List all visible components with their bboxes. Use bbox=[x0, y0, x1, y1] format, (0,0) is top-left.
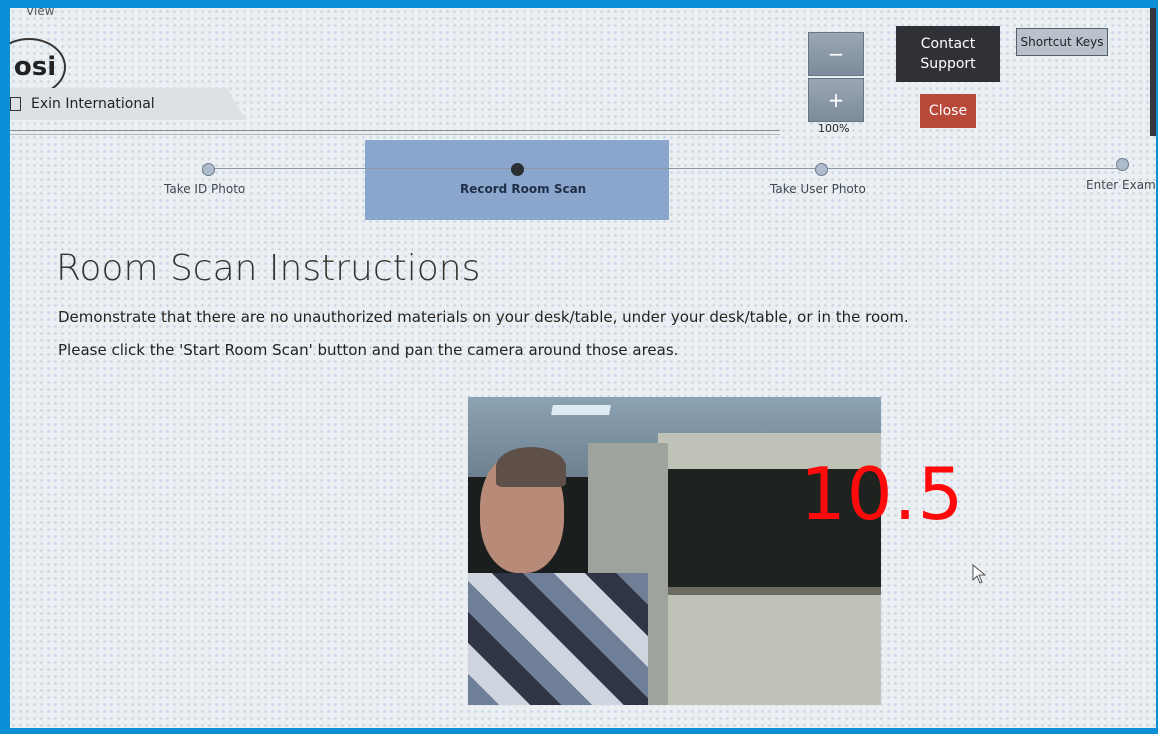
camera-person-hair bbox=[496, 447, 566, 487]
psi-logo: osi bbox=[10, 38, 66, 96]
camera-shelf-board bbox=[668, 587, 881, 595]
step-dot-enter-exam bbox=[1116, 158, 1129, 171]
contact-support-button[interactable]: Contact Support bbox=[896, 26, 1000, 82]
org-tab: Exin International bbox=[10, 88, 246, 120]
step-label-take-id-photo: Take ID Photo bbox=[164, 182, 246, 196]
page-title: Room Scan Instructions bbox=[56, 248, 481, 289]
step-dot-take-id-photo bbox=[202, 163, 215, 176]
close-button[interactable]: Close bbox=[920, 94, 976, 128]
camera-ceiling-light bbox=[551, 405, 611, 415]
instruction-text-2: Please click the 'Start Room Scan' butto… bbox=[58, 341, 679, 359]
timer-overlay: 10.5 bbox=[800, 452, 965, 536]
header-divider-secondary bbox=[10, 134, 780, 135]
instruction-text-1: Demonstrate that there are no unauthoriz… bbox=[58, 308, 909, 326]
org-name: Exin International bbox=[31, 96, 155, 112]
zoom-level: 100% bbox=[818, 122, 850, 135]
step-label-enter-exam: Enter Exam bbox=[1086, 178, 1156, 192]
webcam-preview bbox=[468, 397, 881, 705]
active-step-highlight bbox=[365, 140, 669, 220]
mouse-cursor-icon bbox=[972, 563, 987, 588]
header-divider bbox=[10, 130, 780, 131]
window-edge bbox=[1150, 8, 1156, 136]
shortcut-keys-button[interactable]: Shortcut Keys bbox=[1016, 28, 1108, 56]
progress-line bbox=[208, 168, 1122, 169]
camera-person-body bbox=[468, 573, 648, 705]
view-menu[interactable]: View bbox=[26, 8, 54, 18]
zoom-out-button[interactable]: − bbox=[808, 32, 864, 76]
zoom-in-button[interactable]: + bbox=[808, 78, 864, 122]
exam-launcher-window: View osi Exin International − + 100% Con… bbox=[10, 8, 1156, 728]
step-label-record-room-scan: Record Room Scan bbox=[460, 182, 587, 196]
contact-support-label: Contact Support bbox=[920, 36, 976, 72]
document-icon bbox=[10, 97, 21, 111]
step-dot-take-user-photo bbox=[815, 163, 828, 176]
step-dot-record-room-scan bbox=[511, 163, 524, 176]
step-label-take-user-photo: Take User Photo bbox=[770, 182, 866, 196]
logo-text: osi bbox=[13, 52, 57, 82]
